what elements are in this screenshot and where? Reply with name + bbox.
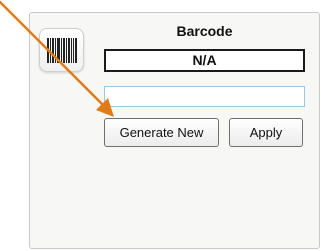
apply-button[interactable]: Apply	[229, 118, 303, 147]
barcode-icon	[39, 28, 84, 72]
barcode-graphic	[47, 38, 77, 63]
barcode-input[interactable]	[104, 86, 305, 107]
barcode-value-display: N/A	[104, 49, 305, 72]
generate-new-button[interactable]: Generate New	[104, 118, 219, 147]
barcode-title: Barcode	[176, 23, 233, 39]
screenshot-stage: Barcode N/A Generate New Apply	[0, 0, 321, 251]
